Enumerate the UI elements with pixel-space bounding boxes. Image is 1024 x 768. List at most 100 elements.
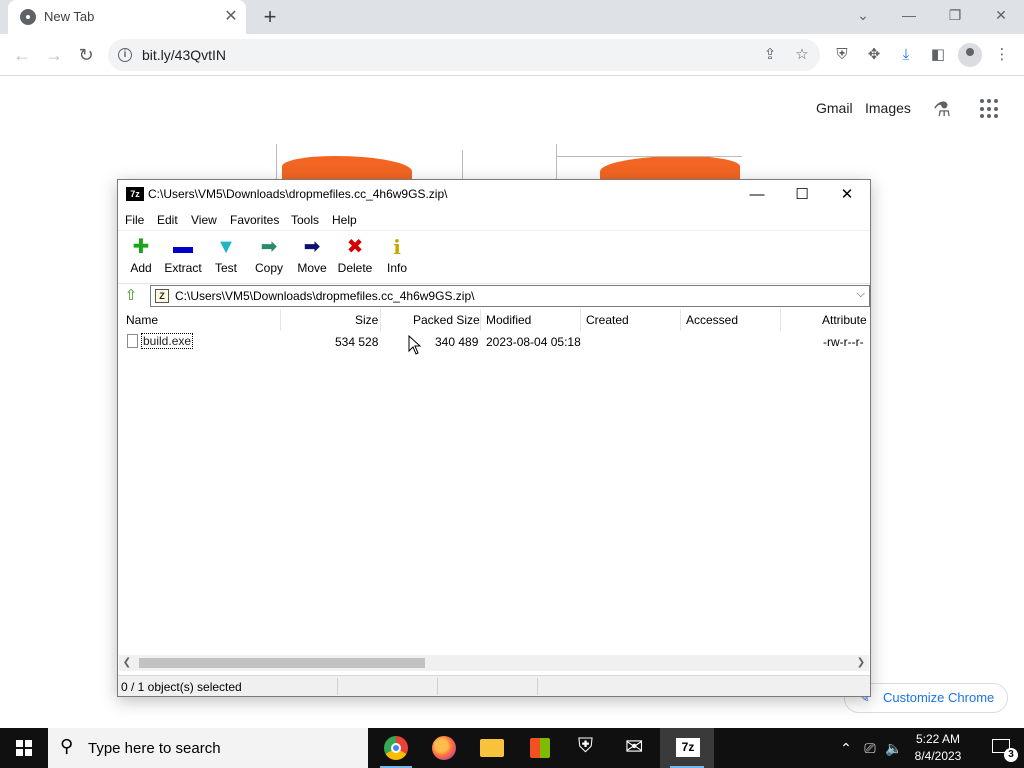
- search-placeholder: Type here to search: [88, 740, 221, 757]
- extensions-puzzle-icon[interactable]: ✥: [863, 44, 885, 66]
- extract-button[interactable]: ▬ Extract: [160, 235, 206, 279]
- column-divider[interactable]: [380, 309, 381, 331]
- windows-taskbar: ⚲ Type here to search ⛨ ✉ 7z ⌃ ⎚ 🔈 5:22 …: [0, 728, 1024, 768]
- notification-center-button[interactable]: 3: [980, 728, 1024, 768]
- taskbar-7zip[interactable]: 7z: [660, 728, 714, 768]
- sevenzip-icon: 7z: [676, 738, 700, 757]
- back-arrow-icon[interactable]: ←: [10, 43, 34, 67]
- col-packed-size[interactable]: Packed Size: [413, 313, 480, 327]
- restore-icon[interactable]: ❐: [932, 4, 978, 28]
- status-divider: [437, 678, 438, 695]
- column-divider[interactable]: [780, 309, 781, 331]
- network-icon[interactable]: ⎚: [860, 728, 880, 768]
- doodle-line: [276, 144, 277, 180]
- reload-icon[interactable]: ↻: [74, 43, 98, 67]
- chrome-icon-center: [391, 743, 401, 753]
- move-label: Move: [297, 261, 327, 275]
- taskbar-clock[interactable]: 5:22 AM 8/4/2023: [900, 731, 976, 765]
- scroll-left-icon[interactable]: ❮: [119, 655, 135, 671]
- forward-arrow-icon[interactable]: →: [42, 43, 66, 67]
- col-modified[interactable]: Modified: [486, 313, 531, 327]
- info-button[interactable]: i Info: [374, 235, 420, 279]
- clock-date: 8/4/2023: [914, 749, 962, 763]
- share-icon[interactable]: ⇪: [760, 45, 780, 65]
- chevron-down-icon[interactable]: ⌵: [857, 288, 865, 301]
- chrome-menu-icon[interactable]: ⋮: [991, 44, 1013, 66]
- test-label: Test: [214, 261, 237, 275]
- firefox-icon: [432, 736, 456, 760]
- menu-bar: File Edit View Favorites Tools Help: [118, 210, 870, 230]
- start-button[interactable]: [0, 728, 48, 768]
- url-text[interactable]: bit.ly/43QvtIN: [142, 47, 226, 63]
- col-created[interactable]: Created: [586, 313, 629, 327]
- site-info-icon[interactable]: i: [118, 48, 132, 62]
- chrome-toolbar: ← → ↻ i bit.ly/43QvtIN ⇪ ☆ ⛨ ✥ ⤓ ◧ ⋮: [0, 34, 1024, 76]
- path-combobox[interactable]: Z C:\Users\VM5\Downloads\dropmefiles.cc_…: [150, 285, 870, 307]
- tab-search-chevron-icon[interactable]: ⌄: [840, 4, 886, 28]
- images-link[interactable]: Images: [865, 100, 911, 116]
- minimize-icon[interactable]: —: [886, 4, 932, 28]
- taskbar-chrome[interactable]: [372, 728, 420, 768]
- address-bar[interactable]: i bit.ly/43QvtIN ⇪ ☆: [108, 39, 820, 71]
- labs-flask-icon[interactable]: ⚗: [930, 98, 954, 122]
- doodle-line: [462, 150, 463, 180]
- move-button[interactable]: ➡ Move: [289, 235, 335, 279]
- taskbar-firefox[interactable]: [420, 728, 468, 768]
- column-divider[interactable]: [580, 309, 581, 331]
- taskbar-security[interactable]: ⛨: [564, 728, 612, 768]
- scroll-right-icon[interactable]: ❯: [853, 655, 869, 671]
- bookmark-star-icon[interactable]: ☆: [792, 45, 812, 65]
- customize-chrome-label: Customize Chrome: [883, 690, 995, 705]
- mouse-cursor-icon: [408, 335, 422, 355]
- col-attributes[interactable]: Attribute: [822, 313, 867, 327]
- gmail-link[interactable]: Gmail: [816, 100, 853, 116]
- menu-edit[interactable]: Edit: [157, 213, 178, 227]
- taskbar-file-explorer[interactable]: [468, 728, 516, 768]
- windows-logo-icon: [16, 740, 32, 756]
- tab-new-tab[interactable]: New Tab ✕: [8, 0, 246, 34]
- taskbar-search[interactable]: ⚲ Type here to search: [48, 728, 368, 768]
- folder-up-icon[interactable]: ⇧: [122, 287, 140, 305]
- plus-icon: ✚: [132, 236, 150, 258]
- col-accessed[interactable]: Accessed: [686, 313, 738, 327]
- menu-help[interactable]: Help: [332, 213, 357, 227]
- file-packed-size: 340 489: [435, 335, 479, 349]
- file-list[interactable]: Name Size Packed Size Modified Created A…: [119, 309, 869, 655]
- tab-close-icon[interactable]: ✕: [222, 8, 240, 26]
- taskbar-mail[interactable]: ✉: [612, 728, 660, 768]
- side-panel-icon[interactable]: ◧: [927, 44, 949, 66]
- add-button[interactable]: ✚ Add: [118, 235, 164, 279]
- tray-overflow-chevron-icon[interactable]: ⌃: [836, 728, 856, 768]
- test-button[interactable]: ▼ Test: [203, 235, 249, 279]
- maximize-icon[interactable]: ☐: [779, 180, 825, 210]
- close-window-icon[interactable]: ✕: [978, 4, 1024, 28]
- column-divider[interactable]: [680, 309, 681, 331]
- column-divider[interactable]: [280, 309, 281, 331]
- horizontal-scrollbar[interactable]: ❮ ❯: [119, 655, 869, 671]
- column-divider[interactable]: [480, 309, 481, 331]
- ublock-shield-icon[interactable]: ⛨: [831, 44, 853, 66]
- info-label: Info: [386, 261, 407, 275]
- taskbar-store[interactable]: [516, 728, 564, 768]
- menu-file[interactable]: File: [125, 213, 144, 227]
- copy-button[interactable]: ➡ Copy: [246, 235, 292, 279]
- tab-title: New Tab: [44, 9, 95, 24]
- menu-favorites[interactable]: Favorites: [230, 213, 279, 227]
- google-apps-icon[interactable]: [980, 99, 1000, 119]
- profile-avatar-icon[interactable]: [958, 43, 982, 67]
- menu-view[interactable]: View: [191, 213, 217, 227]
- close-icon[interactable]: ✕: [824, 180, 870, 210]
- menu-tools[interactable]: Tools: [291, 213, 319, 227]
- table-row[interactable]: build.exe 534 528 340 489 2023-08-04 05:…: [119, 332, 869, 350]
- path-text[interactable]: C:\Users\VM5\Downloads\dropmefiles.cc_4h…: [175, 289, 474, 303]
- col-name[interactable]: Name: [126, 313, 158, 327]
- minimize-icon[interactable]: —: [734, 180, 780, 210]
- sevenzip-titlebar[interactable]: 7z C:\Users\VM5\Downloads\dropmefiles.cc…: [118, 180, 870, 210]
- delete-button[interactable]: ✖ Delete: [332, 235, 378, 279]
- new-tab-button[interactable]: +: [258, 6, 282, 28]
- col-size[interactable]: Size: [355, 313, 378, 327]
- download-icon[interactable]: ⤓: [895, 44, 917, 66]
- scroll-thumb[interactable]: [139, 658, 425, 668]
- shield-icon: ⛨: [578, 735, 593, 757]
- file-name[interactable]: build.exe: [141, 333, 194, 349]
